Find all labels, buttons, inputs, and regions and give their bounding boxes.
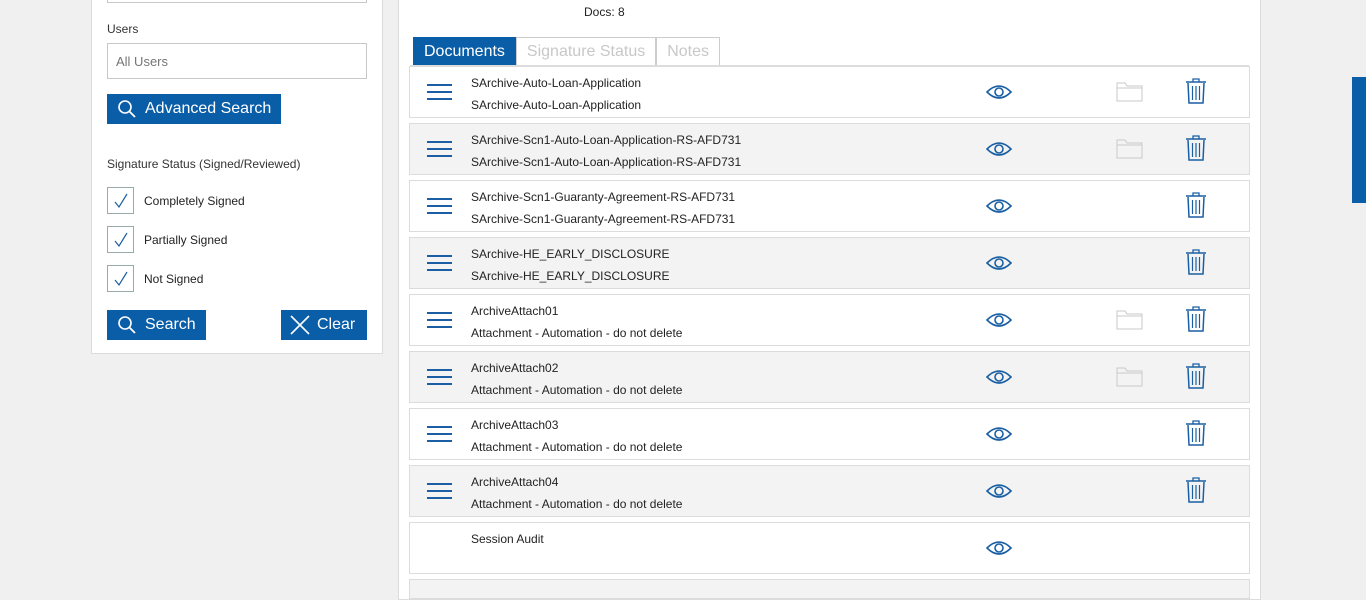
folder-icon[interactable] (1116, 137, 1143, 164)
list-item (409, 579, 1250, 599)
document-list: SArchive-Auto-Loan-Application SArchive-A… (409, 66, 1250, 579)
document-description: SArchive-HE_EARLY_DISCLOSURE (471, 269, 670, 283)
checkbox[interactable] (107, 226, 134, 253)
checkbox-label: Completely Signed (144, 193, 245, 208)
tab-documents[interactable]: Documents (413, 37, 516, 66)
search-icon (118, 316, 136, 334)
hamburger-icon[interactable] (426, 424, 453, 449)
tab-signature-status[interactable]: Signature Status (515, 37, 657, 66)
checkbox[interactable] (107, 187, 134, 214)
document-name: ArchiveAttach01 (471, 304, 559, 318)
document-row[interactable]: ArchiveAttach03 Attachment - Automation -… (409, 408, 1250, 460)
eye-icon[interactable] (985, 254, 1013, 277)
document-name: SArchive-Scn1-Auto-Loan-Application-RS-A… (471, 133, 742, 147)
eye-icon[interactable] (985, 368, 1013, 391)
check-icon (114, 193, 128, 208)
eye-icon[interactable] (985, 539, 1013, 562)
document-description: SArchive-Scn1-Guaranty-Agreement-RS-AFD7… (471, 212, 736, 226)
hamburger-icon[interactable] (426, 82, 453, 107)
document-name: ArchiveAttach02 (471, 361, 559, 375)
document-row[interactable]: SArchive-HE_EARLY_DISCLOSURE SArchive-HE_… (409, 237, 1250, 289)
trash-icon[interactable] (1185, 419, 1207, 452)
search-label: Search (145, 316, 196, 333)
eye-icon[interactable] (985, 140, 1013, 163)
search-button[interactable]: Search (107, 310, 206, 340)
checkbox-partially-signed[interactable]: Partially Signed (107, 226, 227, 253)
trash-icon[interactable] (1185, 134, 1207, 167)
eye-icon[interactable] (985, 482, 1013, 505)
document-description: SArchive-Auto-Loan-Application (471, 98, 642, 112)
document-row[interactable]: Session Audit (409, 522, 1250, 574)
checkbox-label: Not Signed (144, 271, 204, 286)
search-icon (118, 100, 136, 118)
users-input[interactable] (107, 43, 367, 79)
document-name: SArchive-Scn1-Guaranty-Agreement-RS-AFD7… (471, 190, 736, 204)
eye-icon[interactable] (985, 311, 1013, 334)
advanced-search-button[interactable]: Advanced Search (107, 94, 281, 124)
check-icon (114, 232, 128, 247)
document-row[interactable]: SArchive-Scn1-Guaranty-Agreement-RS-AFD7… (409, 180, 1250, 232)
document-row[interactable]: SArchive-Scn1-Auto-Loan-Application-RS-A… (409, 123, 1250, 175)
top-filter-input[interactable] (107, 0, 367, 3)
trash-icon[interactable] (1185, 305, 1207, 338)
check-icon (114, 271, 128, 286)
filter-panel: Users Advanced Search Signature Status (… (91, 0, 383, 354)
trash-icon[interactable] (1185, 248, 1207, 281)
trash-icon[interactable] (1185, 362, 1207, 395)
checkbox-completely-signed[interactable]: Completely Signed (107, 187, 245, 214)
document-description: Attachment - Automation - do not delete (471, 383, 683, 397)
clear-label: Clear (317, 316, 356, 333)
folder-icon[interactable] (1116, 365, 1143, 392)
document-description: Attachment - Automation - do not delete (471, 440, 683, 454)
tab-notes[interactable]: Notes (656, 37, 721, 66)
document-name: ArchiveAttach03 (471, 418, 559, 432)
document-description: Attachment - Automation - do not delete (471, 326, 683, 340)
side-panel-tab[interactable] (1352, 77, 1366, 203)
advanced-search-label: Advanced Search (145, 100, 272, 117)
document-name: Session Audit (471, 532, 544, 546)
document-row[interactable]: ArchiveAttach02 Attachment - Automation -… (409, 351, 1250, 403)
trash-icon[interactable] (1185, 191, 1207, 224)
folder-icon[interactable] (1116, 80, 1143, 107)
docs-count: Docs: 8 (584, 5, 625, 19)
eye-icon[interactable] (985, 83, 1013, 106)
document-name: SArchive-HE_EARLY_DISCLOSURE (471, 247, 670, 261)
trash-icon[interactable] (1185, 77, 1207, 110)
folder-icon[interactable] (1116, 308, 1143, 335)
document-name: SArchive-Auto-Loan-Application (471, 76, 642, 90)
hamburger-icon[interactable] (426, 196, 453, 221)
close-icon (290, 315, 310, 335)
signature-status-label: Signature Status (Signed/Reviewed) (107, 157, 301, 171)
tab-bar: Documents Signature Status Notes (413, 37, 721, 66)
trash-icon[interactable] (1185, 476, 1207, 509)
document-description: Attachment - Automation - do not delete (471, 497, 683, 511)
users-label: Users (107, 22, 139, 36)
hamburger-icon[interactable] (426, 367, 453, 392)
eye-icon[interactable] (985, 197, 1013, 220)
hamburger-icon[interactable] (426, 481, 453, 506)
hamburger-icon[interactable] (426, 310, 453, 335)
checkbox[interactable] (107, 265, 134, 292)
hamburger-icon[interactable] (426, 253, 453, 278)
document-row[interactable]: ArchiveAttach04 Attachment - Automation -… (409, 465, 1250, 517)
checkbox-label: Partially Signed (144, 232, 228, 247)
document-description: SArchive-Scn1-Auto-Loan-Application-RS-A… (471, 155, 742, 169)
checkbox-not-signed[interactable]: Not Signed (107, 265, 203, 292)
document-name: ArchiveAttach04 (471, 475, 559, 489)
clear-button[interactable]: Clear (281, 310, 367, 340)
eye-icon[interactable] (985, 425, 1013, 448)
hamburger-icon[interactable] (426, 139, 453, 164)
document-row[interactable]: ArchiveAttach01 Attachment - Automation -… (409, 294, 1250, 346)
document-row[interactable]: SArchive-Auto-Loan-Application SArchive-A… (409, 66, 1250, 118)
